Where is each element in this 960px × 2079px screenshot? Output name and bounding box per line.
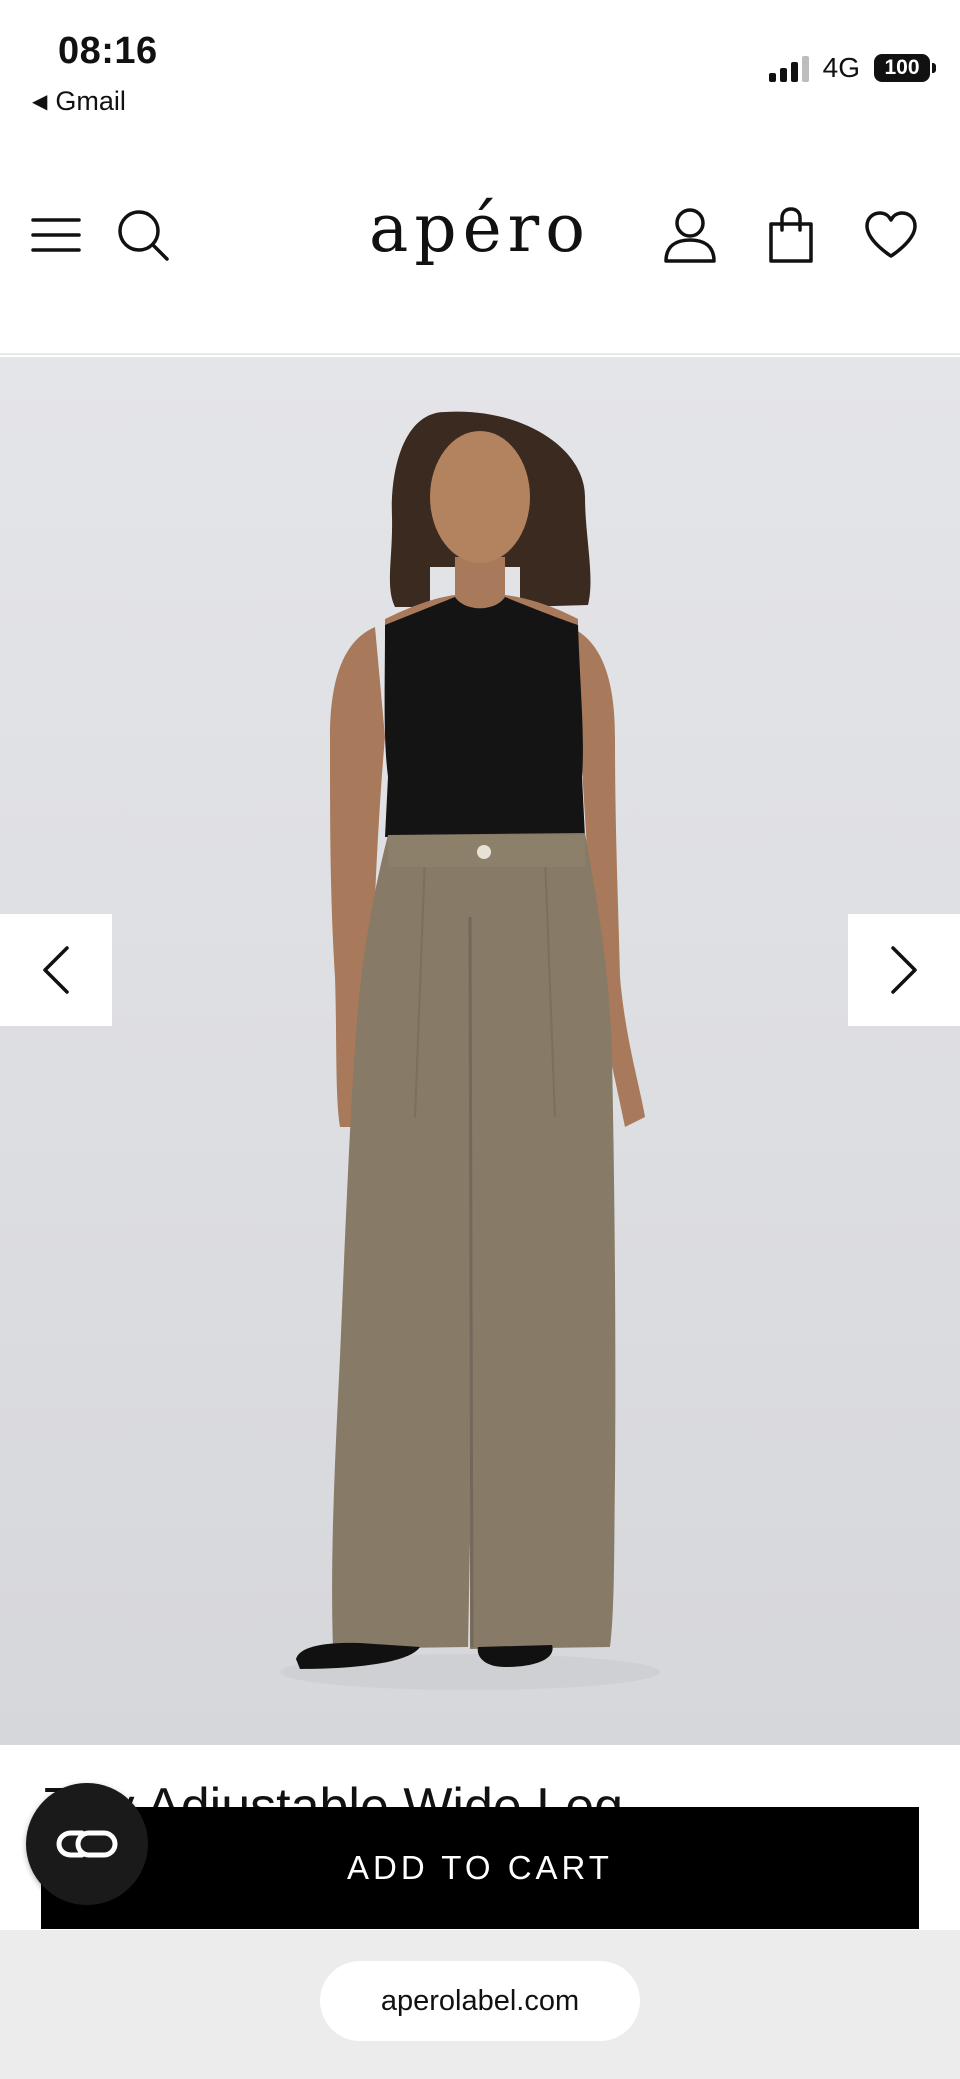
browser-toolbar: aperolabel.com [0,1930,960,2079]
wishlist-heart-icon[interactable] [861,205,921,265]
site-header: apéro [0,160,960,355]
chat-widget-button[interactable] [26,1783,148,1905]
signal-icon [768,54,809,82]
product-image-carousel[interactable] [0,357,960,1745]
chevron-right-icon [891,946,917,994]
url-text: aperolabel.com [380,1984,580,2017]
battery-icon: 100 [874,54,936,82]
account-icon[interactable] [660,205,720,265]
back-to-app-link[interactable]: ◀ Gmail [32,86,126,117]
status-time: 08:16 [58,30,158,72]
product-photo [280,411,660,1690]
back-app-label: Gmail [55,86,126,116]
carousel-prev-button[interactable] [0,914,112,1026]
network-type: 4G [822,52,860,83]
menu-icon[interactable] [26,205,86,265]
search-icon[interactable] [113,205,173,265]
brand-logo[interactable]: apéro [369,190,591,267]
url-bar[interactable]: aperolabel.com [320,1961,640,2041]
product-page: 08:16 ◀ Gmail 4G 100 apéro ADD TO CART a… [0,0,960,2079]
status-indicators: 4G 100 [768,52,936,84]
carousel-next-button[interactable] [848,914,960,1026]
shopping-bag-icon[interactable] [761,205,821,265]
battery-level: 100 [884,56,920,79]
chat-widget-icon [56,1830,118,1858]
add-to-cart-button[interactable]: ADD TO CART [41,1807,919,1929]
status-bar: 08:16 ◀ Gmail 4G 100 [0,0,960,130]
chevron-left-icon [43,946,69,994]
back-triangle-icon: ◀ [32,91,48,113]
